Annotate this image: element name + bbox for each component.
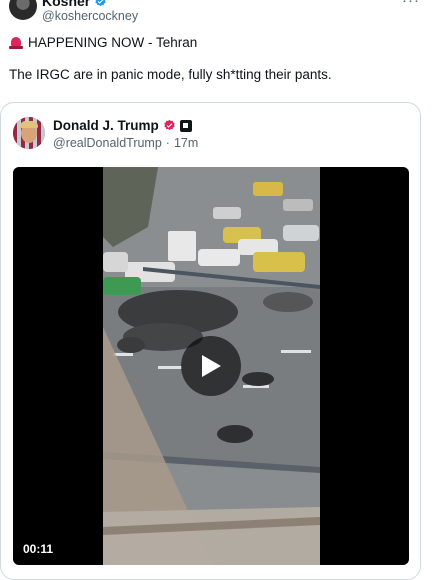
tweet-headline: HAPPENING NOW - Tehran [28, 35, 198, 50]
quoted-meta: @realDonaldTrump · 17m [53, 136, 198, 150]
siren-emoji-icon [9, 36, 23, 50]
quoted-time[interactable]: 17m [174, 136, 198, 150]
quoted-author-handle[interactable]: @realDonaldTrump [53, 136, 162, 150]
video-player[interactable]: 00:11 [13, 167, 409, 565]
play-icon [202, 355, 221, 377]
affiliate-badge-icon [179, 119, 192, 132]
verified-badge-icon [95, 0, 106, 6]
video-timestamp: 00:11 [23, 542, 54, 556]
verified-badge-icon [164, 119, 175, 131]
author-name-row[interactable]: Kosher [42, 0, 107, 8]
quoted-author-name-row[interactable]: Donald J. Trump [53, 118, 192, 133]
quoted-author-name[interactable]: Donald J. Trump [53, 118, 159, 133]
play-button[interactable] [181, 336, 241, 396]
author-handle[interactable]: @koshercockney [42, 9, 138, 23]
quoted-author-avatar[interactable] [13, 117, 45, 149]
author-name[interactable]: Kosher [42, 0, 90, 8]
quoted-tweet-card[interactable]: Donald J. Trump @realDonaldTrump · 17m 0… [0, 102, 421, 580]
tweet-text-line-1: HAPPENING NOW - Tehran [9, 35, 197, 50]
more-icon[interactable]: ··· [402, 0, 420, 9]
meta-separator: · [165, 136, 170, 150]
tweet-text-line-2: The IRGC are in panic mode, fully sh*tti… [9, 67, 332, 82]
author-avatar[interactable] [9, 0, 37, 20]
